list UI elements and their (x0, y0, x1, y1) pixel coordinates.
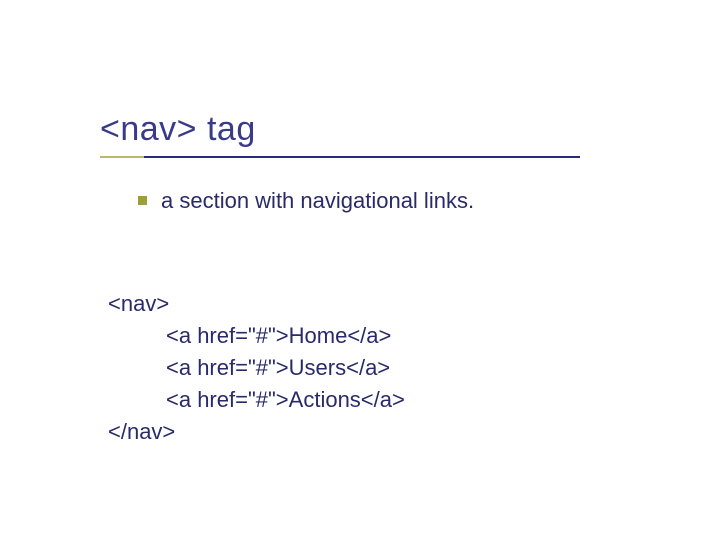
bullet-row: a section with navigational links. (138, 188, 474, 214)
code-close: </nav> (108, 419, 175, 444)
title-underline-accent (100, 156, 144, 158)
code-open: <nav> (108, 291, 169, 316)
slide: <nav> tag a section with navigational li… (0, 0, 720, 540)
code-line-3: <a href="#">Actions</a> (166, 387, 405, 412)
slide-title: <nav> tag (100, 110, 256, 149)
bullet-text: a section with navigational links. (161, 188, 474, 214)
square-bullet-icon (138, 196, 147, 205)
title-underline (100, 156, 580, 158)
code-block: <nav> <a href="#">Home</a> <a href="#">U… (108, 288, 405, 447)
code-line-2: <a href="#">Users</a> (166, 355, 390, 380)
title-wrap: <nav> tag (100, 110, 256, 149)
code-line-1: <a href="#">Home</a> (166, 323, 391, 348)
